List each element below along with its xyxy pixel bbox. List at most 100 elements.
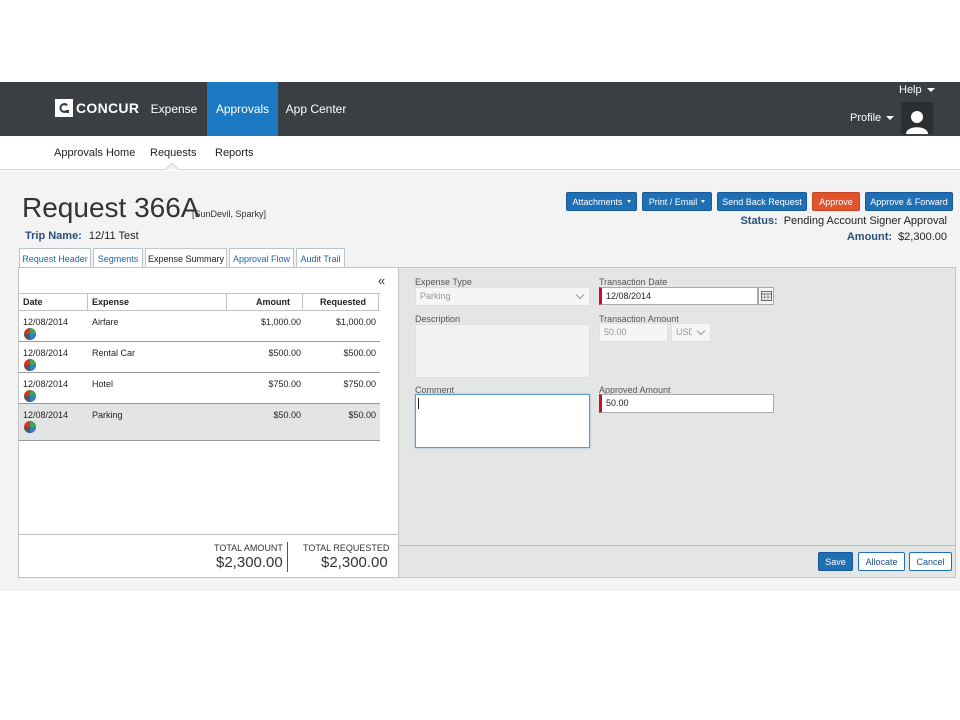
- currency-value: USD: [676, 327, 692, 337]
- row-amount: $750.00: [268, 379, 301, 389]
- row-amount: $500.00: [268, 348, 301, 358]
- logo-text: CONCUR: [76, 100, 140, 116]
- amount-label: Amount:: [846, 231, 893, 243]
- approve-forward-button[interactable]: Approve & Forward: [865, 192, 953, 211]
- expense-type-value: Parking: [420, 291, 451, 301]
- column-requested[interactable]: Requested: [320, 297, 366, 307]
- tab-approval-flow[interactable]: Approval Flow: [229, 248, 294, 268]
- concur-logo-icon: [55, 99, 73, 117]
- table-row[interactable]: 12/08/2014 Rental Car $500.00 $500.00: [19, 342, 380, 373]
- column-amount[interactable]: Amount: [256, 297, 290, 307]
- row-requested: $750.00: [343, 379, 376, 389]
- row-date: 12/08/2014: [23, 317, 69, 327]
- expense-pie-icon: [24, 359, 36, 371]
- calendar-icon[interactable]: [758, 287, 774, 305]
- table-row[interactable]: 12/08/2014 Airfare $1,000.00 $1,000.00: [19, 311, 380, 342]
- row-expense: Rental Car: [92, 348, 136, 358]
- tab-segments[interactable]: Segments: [93, 248, 143, 268]
- trip-name-value: 12/11 Test: [88, 230, 139, 242]
- transaction-amount-input[interactable]: 50.00: [599, 323, 668, 342]
- row-requested: $1,000.00: [335, 317, 376, 327]
- print-email-button[interactable]: Print / Email: [642, 192, 712, 211]
- total-requested-label: TOTAL REQUESTED: [303, 543, 390, 553]
- column-expense[interactable]: Expense: [92, 297, 129, 307]
- nav-approvals[interactable]: Approvals: [207, 82, 278, 136]
- request-amount: Amount: $2,300.00: [847, 231, 947, 243]
- help-menu[interactable]: Help: [899, 84, 935, 96]
- column-date[interactable]: Date: [23, 297, 43, 307]
- chevron-down-icon: [575, 290, 585, 300]
- total-requested-value: $2,300.00: [321, 554, 388, 571]
- subnav-reports[interactable]: Reports: [215, 147, 254, 159]
- user-avatar-icon[interactable]: [901, 102, 933, 134]
- approved-amount-input[interactable]: 50.00: [599, 394, 774, 413]
- tab-request-header[interactable]: Request Header: [19, 248, 91, 268]
- totals-footer: TOTAL AMOUNT $2,300.00 TOTAL REQUESTED $…: [19, 534, 398, 577]
- currency-select[interactable]: USD: [671, 323, 711, 342]
- column-divider: [87, 294, 88, 311]
- transaction-date-label: Transaction Date: [599, 277, 668, 287]
- cancel-button[interactable]: Cancel: [909, 552, 952, 571]
- total-amount-label: TOTAL AMOUNT: [214, 543, 283, 553]
- transaction-date-input[interactable]: 12/08/2014: [599, 287, 758, 305]
- status-label: Status:: [740, 215, 778, 227]
- send-back-request-button[interactable]: Send Back Request: [717, 192, 807, 211]
- column-divider: [378, 294, 379, 311]
- nav-app-center[interactable]: App Center: [279, 82, 353, 136]
- attachments-label: Attachments: [572, 196, 623, 207]
- description-label: Description: [415, 314, 461, 324]
- caret-down-icon: [626, 200, 631, 203]
- column-divider: [302, 294, 303, 311]
- trip-name: Trip Name: 12/11 Test: [25, 230, 139, 242]
- concur-logo[interactable]: CONCUR: [55, 98, 139, 118]
- comment-textarea[interactable]: [415, 394, 590, 448]
- table-row-selected[interactable]: 12/08/2014 Parking $50.00 $50.00: [19, 404, 380, 441]
- approve-button[interactable]: Approve: [812, 192, 860, 211]
- help-label: Help: [899, 84, 922, 96]
- table-row[interactable]: 12/08/2014 Hotel $750.00 $750.00: [19, 373, 380, 404]
- page-title: Request 366A: [22, 192, 200, 223]
- collapse-icon[interactable]: «: [378, 273, 385, 288]
- amount-value: $2,300.00: [898, 231, 947, 243]
- text-cursor: [418, 398, 419, 409]
- expense-pie-icon: [24, 328, 36, 340]
- subnav-approvals-home[interactable]: Approvals Home: [54, 147, 135, 159]
- row-requested: $50.00: [348, 410, 376, 420]
- table-header: Date Expense Amount Requested: [19, 293, 380, 311]
- chevron-down-icon: [696, 326, 706, 336]
- detail-action-divider: [399, 545, 956, 546]
- row-requested: $500.00: [343, 348, 376, 358]
- profile-menu[interactable]: Profile: [850, 112, 895, 124]
- description-textarea[interactable]: [415, 324, 590, 378]
- request-user: [SunDevil, Sparky]: [192, 209, 267, 219]
- caret-down-icon: [886, 116, 895, 121]
- expense-pie-icon: [24, 421, 36, 433]
- tab-audit-trail[interactable]: Audit Trail: [296, 248, 345, 268]
- row-expense: Airfare: [92, 317, 119, 327]
- row-date: 12/08/2014: [23, 348, 69, 358]
- row-date: 12/08/2014: [23, 410, 69, 420]
- secondary-navigation: Approvals Home Requests Reports: [0, 136, 960, 170]
- print-email-label: Print / Email: [648, 196, 698, 207]
- column-divider: [226, 294, 227, 311]
- expense-type-label: Expense Type: [415, 277, 472, 287]
- totals-divider: [287, 542, 288, 572]
- row-expense: Parking: [92, 410, 123, 420]
- save-button[interactable]: Save: [818, 552, 853, 571]
- nav-expense[interactable]: Expense: [142, 82, 206, 136]
- attachments-button[interactable]: Attachments: [566, 192, 637, 211]
- total-amount-value: $2,300.00: [216, 554, 283, 571]
- subnav-requests[interactable]: Requests: [150, 147, 196, 159]
- row-expense: Hotel: [92, 379, 114, 389]
- trip-name-label: Trip Name:: [25, 230, 82, 242]
- caret-down-icon: [701, 200, 706, 203]
- row-date: 12/08/2014: [23, 379, 69, 389]
- row-amount: $1,000.00: [260, 317, 301, 327]
- expense-type-select[interactable]: Parking: [415, 287, 590, 306]
- tab-expense-summary[interactable]: Expense Summary: [145, 248, 227, 269]
- caret-down-icon: [926, 88, 935, 93]
- profile-label: Profile: [850, 112, 882, 124]
- row-amount: $50.00: [273, 410, 301, 420]
- allocate-button[interactable]: Allocate: [858, 552, 905, 571]
- active-pointer-icon: [165, 162, 179, 170]
